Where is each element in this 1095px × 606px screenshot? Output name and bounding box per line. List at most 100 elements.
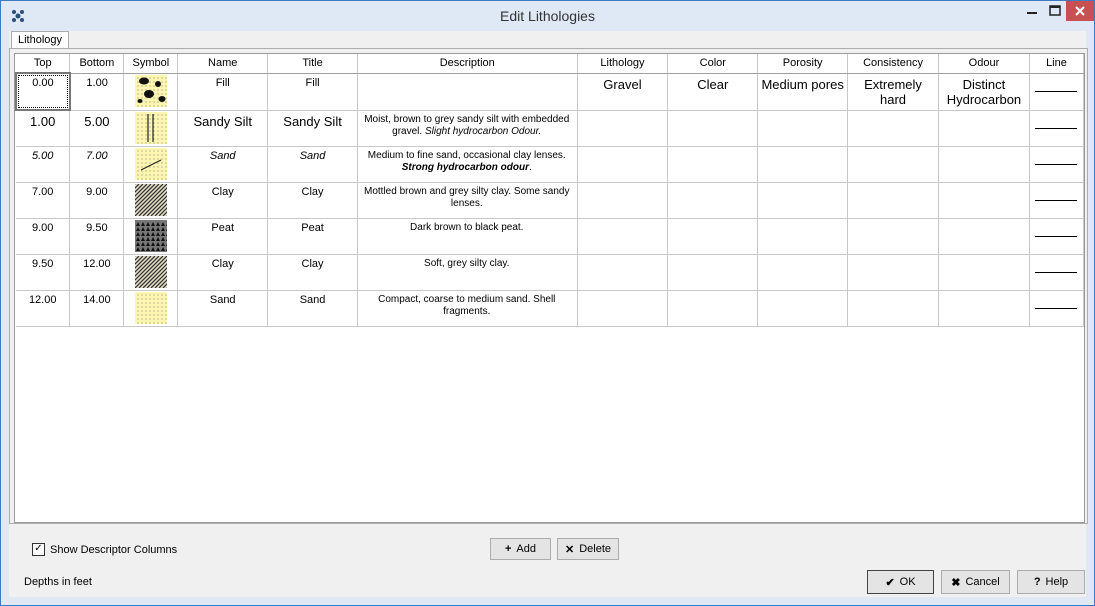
cell-name[interactable]: Sand (177, 146, 269, 183)
cell-color[interactable] (667, 146, 759, 183)
cell-lithology[interactable] (577, 110, 669, 147)
cell-title[interactable]: Sand (267, 290, 358, 327)
cell-line[interactable] (1029, 146, 1084, 183)
cell-description[interactable]: Compact, coarse to medium sand. Shell fr… (357, 290, 578, 327)
cell-line[interactable] (1029, 73, 1084, 111)
cell-description[interactable]: Medium to fine sand, occasional clay len… (357, 146, 578, 183)
cell-bottom[interactable]: 7.00 (69, 146, 125, 183)
cell-consistency[interactable] (847, 110, 939, 147)
table-row[interactable]: 0.00 1.00 Fill Fill Gravel Clear Medium pores E… (15, 72, 1084, 111)
cell-porosity[interactable] (757, 254, 849, 291)
cancel-button[interactable]: ✖ Cancel (941, 570, 1010, 594)
cell-line[interactable] (1029, 254, 1084, 291)
cell-bottom[interactable]: 12.00 (69, 254, 125, 291)
column-header-color[interactable]: Color (667, 54, 759, 74)
cell-name[interactable]: Sandy Silt (177, 110, 269, 147)
cell-symbol[interactable] (123, 254, 179, 291)
cell-line[interactable] (1029, 290, 1084, 327)
cell-top[interactable]: 9.50 (16, 254, 71, 291)
cell-odour[interactable] (938, 110, 1030, 147)
column-header-name[interactable]: Name (177, 54, 269, 74)
cell-color[interactable] (667, 182, 759, 219)
cell-name[interactable]: Peat (177, 218, 269, 255)
cell-top[interactable]: 1.00 (16, 110, 71, 147)
cell-line[interactable] (1029, 182, 1084, 219)
cell-title[interactable]: Peat (267, 218, 358, 255)
cell-consistency[interactable]: Extremely hard (847, 73, 939, 111)
cell-lithology[interactable] (577, 182, 669, 219)
minimize-button[interactable] (1020, 1, 1044, 21)
cell-porosity[interactable] (757, 290, 849, 327)
table-row[interactable]: 5.00 7.00 Sand Sand Medium to fine sand, occ… (16, 146, 1084, 183)
table-row[interactable]: 9.50 12.00 Clay Clay Soft, grey silty clay. (16, 254, 1084, 291)
table-row[interactable]: 12.00 14.00 Sand Sand Compact, coarse to med… (16, 290, 1084, 327)
cell-bottom[interactable]: 5.00 (69, 110, 125, 147)
cell-porosity[interactable] (757, 182, 849, 219)
cell-name[interactable]: Clay (177, 182, 269, 219)
cell-porosity[interactable] (757, 218, 849, 255)
column-header-porosity[interactable]: Porosity (757, 54, 849, 74)
cell-lithology[interactable] (577, 290, 669, 327)
cell-odour[interactable] (938, 182, 1030, 219)
cell-description[interactable]: Moist, brown to grey sandy silt with emb… (357, 110, 578, 147)
column-header-odour[interactable]: Odour (938, 54, 1030, 74)
cell-color[interactable] (667, 218, 759, 255)
cell-porosity[interactable] (757, 110, 849, 147)
checkbox-check-icon[interactable]: ✓ (32, 543, 45, 556)
cell-color[interactable] (667, 254, 759, 291)
cell-title[interactable]: Clay (267, 254, 358, 291)
cell-title[interactable]: Clay (267, 182, 358, 219)
cell-title[interactable]: Sandy Silt (267, 110, 358, 147)
cell-description[interactable] (357, 73, 578, 111)
help-button[interactable]: ? Help (1017, 570, 1085, 594)
cell-consistency[interactable] (847, 146, 939, 183)
cell-top[interactable]: 0.00 (15, 72, 71, 111)
cell-symbol[interactable] (123, 182, 179, 219)
cell-consistency[interactable] (847, 290, 939, 327)
cell-name[interactable]: Sand (177, 290, 269, 327)
column-header-bottom[interactable]: Bottom (69, 54, 125, 74)
cell-name[interactable]: Clay (177, 254, 269, 291)
cell-porosity[interactable] (757, 146, 849, 183)
column-header-symbol[interactable]: Symbol (123, 54, 179, 74)
column-header-line[interactable]: Line (1029, 54, 1084, 74)
cell-bottom[interactable]: 9.50 (69, 218, 125, 255)
cell-color[interactable] (667, 290, 759, 327)
table-row[interactable]: 1.00 5.00 Sandy Silt Sandy Silt Moist, brown… (16, 110, 1084, 147)
cell-name[interactable]: Fill (177, 73, 269, 111)
cell-odour[interactable] (938, 290, 1030, 327)
cell-title[interactable]: Sand (267, 146, 358, 183)
column-header-description[interactable]: Description (357, 54, 578, 74)
cell-odour[interactable] (938, 254, 1030, 291)
maximize-button[interactable] (1044, 1, 1066, 21)
cell-description[interactable]: Soft, grey silty clay. (357, 254, 578, 291)
cell-lithology[interactable]: Gravel (577, 73, 669, 111)
cell-symbol[interactable] (123, 290, 179, 327)
cell-odour[interactable] (938, 218, 1030, 255)
cell-top[interactable]: 9.00 (16, 218, 71, 255)
cell-top[interactable]: 12.00 (16, 290, 71, 327)
cell-lithology[interactable] (577, 146, 669, 183)
cell-description[interactable]: Mottled brown and grey silty clay. Some … (357, 182, 578, 219)
table-row[interactable]: 7.00 9.00 Clay Clay Mottled brown and grey s… (16, 182, 1084, 219)
cell-title[interactable]: Fill (267, 73, 358, 111)
cell-odour[interactable] (938, 146, 1030, 183)
cell-top[interactable]: 5.00 (16, 146, 71, 183)
column-header-consistency[interactable]: Consistency (847, 54, 939, 74)
cell-symbol[interactable] (123, 73, 179, 111)
close-button[interactable] (1066, 1, 1094, 21)
cell-porosity[interactable]: Medium pores (757, 73, 849, 111)
cell-bottom[interactable]: 9.00 (69, 182, 125, 219)
cell-lithology[interactable] (577, 218, 669, 255)
cell-consistency[interactable] (847, 218, 939, 255)
cell-bottom[interactable]: 1.00 (69, 73, 125, 111)
delete-button[interactable]: ✕ Delete (557, 538, 619, 560)
cell-consistency[interactable] (847, 182, 939, 219)
table-row[interactable]: 9.00 9.50 Peat Peat Dark brown to black peat… (16, 218, 1084, 255)
cell-bottom[interactable]: 14.00 (69, 290, 125, 327)
cell-line[interactable] (1029, 218, 1084, 255)
column-header-lithology[interactable]: Lithology (577, 54, 669, 74)
ok-button[interactable]: ✔ OK (867, 570, 934, 594)
cell-top[interactable]: 7.00 (16, 182, 71, 219)
cell-symbol[interactable] (123, 218, 179, 255)
